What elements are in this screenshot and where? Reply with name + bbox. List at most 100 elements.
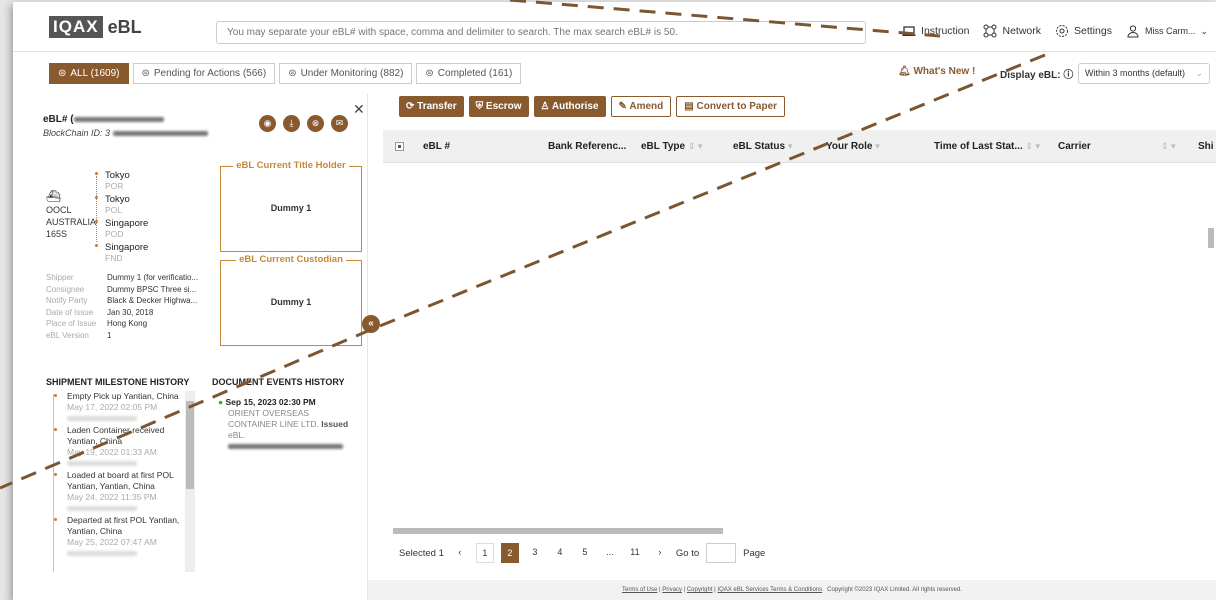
filter-icon[interactable]: ▾ [875,141,880,151]
milestone-item: Loaded at board at first POL Yantian, Ya… [49,470,183,513]
redacted-text [73,116,164,122]
filter-icon[interactable]: ▾ [788,141,793,151]
title-holder-value: Dummy 1 [270,203,312,213]
panel-actions: ◉ ⤓ ⊗ ✉ [259,115,348,132]
sort-filter-icon[interactable]: ⇕ ▾ [1161,130,1176,163]
milestone-scrollbar[interactable] [185,391,195,572]
view-icon[interactable]: ◉ [259,115,276,132]
share-icon[interactable]: ⊗ [307,115,324,132]
page-button[interactable]: 3 [526,543,544,563]
ebl-number-label: eBL# ( [43,114,74,125]
col-your-role[interactable]: Your Role ▾ [826,130,880,163]
stop-name: Tokyo [105,194,130,205]
transfer-button[interactable]: ⟳ Transfer [399,96,464,117]
display-range-select[interactable]: Within 3 months (default) ⌄ [1078,63,1210,84]
app-window: IQAX eBL Instruction Network Settings Mi… [13,2,1216,600]
page-button[interactable]: 11 [626,543,644,563]
redacted-text [67,416,137,422]
convert-to-paper-button[interactable]: ▤ Convert to Paper [676,96,786,117]
prev-page-icon[interactable]: ‹ [451,543,469,563]
tab-completed[interactable]: ⊜ Completed (161) [416,63,522,84]
detail-row: Shipper Dummy 1 (for verificatio... [46,272,217,284]
status-tabs: ⊜ ALL (1609) ⊜ Pending for Actions (566) ⊜… [49,63,525,84]
download-icon[interactable]: ⤓ [283,115,300,132]
detail-value: Hong Kong [107,319,148,328]
instruction-link[interactable]: Instruction [902,24,969,38]
page-ellipsis[interactable]: ... [601,543,619,563]
sort-filter-icon[interactable]: ⇕ ▾ [688,141,703,151]
sort-filter-icon[interactable]: ⇕ ▾ [1026,141,1041,151]
stop-name: Singapore [105,218,149,229]
stop-code: POD [105,229,124,239]
route-stop: Tokyo POR [95,170,148,191]
tab-pending-label: Pending for Actions (566) [153,68,267,79]
top-header: IQAX eBL Instruction Network Settings Mi… [13,2,1216,52]
col-ebl-type[interactable]: eBL Type ⇕ ▾ [641,130,702,163]
detail-key: Notify Party [46,296,88,305]
escrow-button[interactable]: ⛨ Escrow [468,96,529,117]
detail-row: Notify Party Black & Decker Highwa... [46,295,217,307]
col-time-last-status[interactable]: Time of Last Stat... ⇕ ▾ [934,130,1040,163]
milestone-list: Empty Pick up Yantian, China May 17, 2022… [49,391,183,572]
custodian-box: eBL Current Custodian Dummy 1 [220,254,362,346]
detail-row: Date of Issue Jan 30, 2018 [46,307,217,319]
vessel-info: ⛴ OOCL AUSTRALIA 165S [46,190,96,240]
tab-pending[interactable]: ⊜ Pending for Actions (566) [132,63,276,84]
blockchain-id-label: BlockChain ID: 3 [43,128,111,138]
select-all-checkbox[interactable] [395,142,404,151]
stop-name: Tokyo [105,170,130,181]
close-icon[interactable]: ✕ [353,101,365,118]
user-menu[interactable]: Miss Carm... ⌄ [1126,24,1208,38]
col-ebl-status[interactable]: eBL Status ▾ [733,130,792,163]
mail-icon[interactable]: ✉ [331,115,348,132]
privacy-link[interactable]: Privacy [662,587,682,593]
services-terms-link[interactable]: IQAX eBL Services Terms & Conditions [717,587,822,593]
vessel-line2: AUSTRALIA [46,217,97,227]
shield-icon: ⛨ [475,101,486,112]
logo[interactable]: IQAX eBL [49,16,142,38]
page-button[interactable]: 1 [475,543,494,563]
info-icon[interactable]: ⓘ [1063,70,1073,81]
search-input[interactable] [216,21,866,44]
milestone-text: Laden Container received Yantian, China [67,425,165,446]
goto-page-input[interactable] [706,543,737,563]
copyright-link[interactable]: Copyright [687,587,713,593]
col-ebl[interactable]: eBL # [423,130,450,163]
tag-icon: ⊜ [141,68,150,79]
horizontal-scrollbar[interactable] [383,526,1216,536]
redacted-text [112,131,208,137]
next-page-icon[interactable]: › [651,543,669,563]
search-icon[interactable] [866,21,888,44]
amend-button[interactable]: ✎ Amend [610,96,672,117]
event-company: ORIENT OVERSEAS CONTAINER LINE LTD. [228,408,319,429]
authorise-button[interactable]: ♙ Authorise [533,96,606,117]
page-button-current[interactable]: 2 [500,543,519,563]
collapse-panel-button[interactable]: « [362,315,380,333]
document-event: ● Sep 15, 2023 02:30 PM ORIENT OVERSEAS … [218,397,358,452]
network-link[interactable]: Network [983,24,1041,38]
footer: Terms of Use | Privacy | Copyright | IQA… [368,580,1216,600]
vertical-scrollbar[interactable] [1206,163,1216,525]
col-ship[interactable]: Shi [1198,130,1214,163]
event-date: Sep 15, 2023 02:30 PM [225,397,316,407]
stamp-icon: ♙ [540,101,552,112]
tag-icon: ⊜ [288,68,297,79]
route-stops: Tokyo POR Tokyo POL Singapore POD Singapore… [95,170,148,266]
settings-link[interactable]: Settings [1055,24,1112,38]
display-label: Display eBL: ⓘ [1000,66,1073,81]
title-holder-label: eBL Current Title Holder [233,160,349,171]
events-history-title: DOCUMENT EVENTS HISTORY [212,377,345,387]
terms-link[interactable]: Terms of Use [622,587,657,593]
page-button[interactable]: 5 [576,543,594,563]
whats-new-link[interactable]: 🔔︎ What's New ! [898,66,975,77]
col-bank-reference[interactable]: Bank Referenc... [548,130,626,163]
milestone-date: May 24, 2022 11:35 PM [67,492,157,502]
col-carrier[interactable]: Carrier [1058,130,1091,163]
detail-key: Consignee [46,284,85,294]
page-button[interactable]: 4 [551,543,569,563]
tab-all[interactable]: ⊜ ALL (1609) [49,63,129,84]
milestone-item: Empty Pick up Yantian, China May 17, 2022… [49,391,183,423]
custodian-label: eBL Current Custodian [236,254,346,265]
tab-monitoring[interactable]: ⊜ Under Monitoring (882) [279,63,413,84]
milestone-date: May 19, 2022 01:33 AM [67,447,157,457]
